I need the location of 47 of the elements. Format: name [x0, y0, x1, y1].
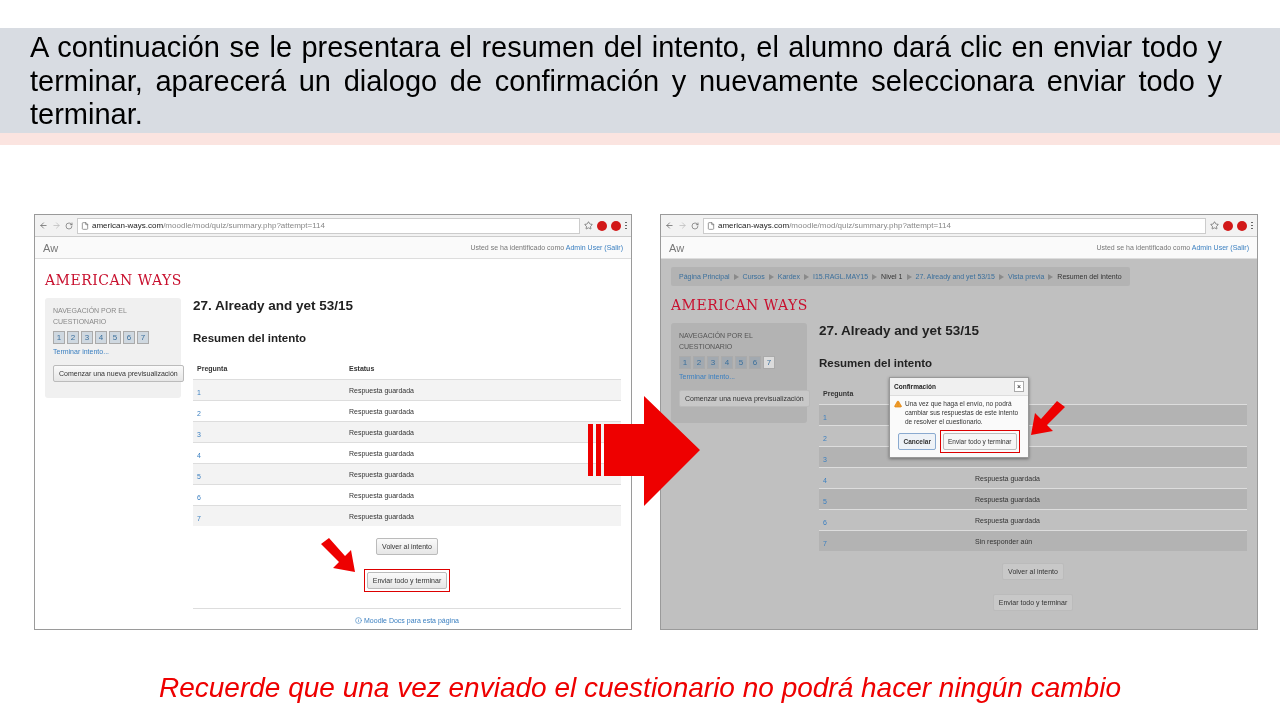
question-number[interactable]: 5: [735, 356, 747, 369]
address-bar[interactable]: american-ways.com/moodle/mod/quiz/summary.php?attempt=114: [77, 217, 580, 234]
extension-icon[interactable]: [597, 220, 607, 231]
reload-icon[interactable]: [691, 221, 699, 230]
question-number[interactable]: 4: [721, 356, 733, 369]
question-number[interactable]: 1: [53, 331, 65, 344]
site-brand[interactable]: Aw: [43, 241, 59, 254]
page-icon: [81, 221, 89, 230]
extension-icon[interactable]: [1237, 220, 1247, 231]
separator-icon: [906, 273, 912, 280]
back-icon[interactable]: [665, 221, 674, 230]
info-icon: [355, 617, 362, 624]
section-title: Resumen del intento: [819, 357, 934, 369]
question-number[interactable]: 2: [693, 356, 705, 369]
reload-icon[interactable]: [65, 221, 73, 230]
separator-icon: [803, 273, 809, 280]
site-brand[interactable]: Aw: [669, 241, 685, 254]
question-number[interactable]: 7: [763, 356, 775, 369]
separator-icon: [998, 273, 1004, 280]
separator-icon: [768, 273, 774, 280]
warning-icon: [894, 400, 902, 408]
instruction-text: A continuación se le presentara el resumen del intento, el alumno dará clic en enviar todo y terminar, aparecerá un dialogo de confirmación y nuevamente seleccionara enviar todo y terminar.: [30, 31, 1222, 132]
question-number[interactable]: 1: [679, 356, 691, 369]
star-icon[interactable]: [584, 221, 593, 230]
question-number[interactable]: 2: [67, 331, 79, 344]
question-number[interactable]: 4: [95, 331, 107, 344]
separator-icon: [872, 273, 878, 280]
star-icon[interactable]: [1210, 221, 1219, 230]
question-number[interactable]: 3: [707, 356, 719, 369]
reminder-note: Recuerde que una vez enviado el cuestionario no podrá hacer ningún cambio: [158, 672, 1122, 704]
separator-icon: [1048, 273, 1054, 280]
site-logo: AMERICAN WAYS: [671, 297, 808, 313]
extension-icon[interactable]: [611, 220, 621, 231]
question-number[interactable]: 5: [109, 331, 121, 344]
extension-icon[interactable]: [1223, 220, 1233, 231]
question-number[interactable]: 6: [123, 331, 135, 344]
separator-icon: [733, 273, 739, 280]
address-bar[interactable]: american-ways.com/moodle/mod/quiz/summary.php?attempt=114: [703, 217, 1206, 234]
page-icon: [707, 221, 715, 230]
question-number[interactable]: 7: [137, 331, 149, 344]
question-number[interactable]: 3: [81, 331, 93, 344]
question-number[interactable]: 6: [749, 356, 761, 369]
quiz-title: 27. Already and yet 53/15: [819, 323, 981, 338]
section-title: Resumen del intento: [193, 332, 308, 344]
quiz-title: 27. Already and yet 53/15: [193, 298, 355, 313]
back-icon[interactable]: [39, 221, 48, 230]
site-logo: AMERICAN WAYS: [45, 272, 182, 288]
